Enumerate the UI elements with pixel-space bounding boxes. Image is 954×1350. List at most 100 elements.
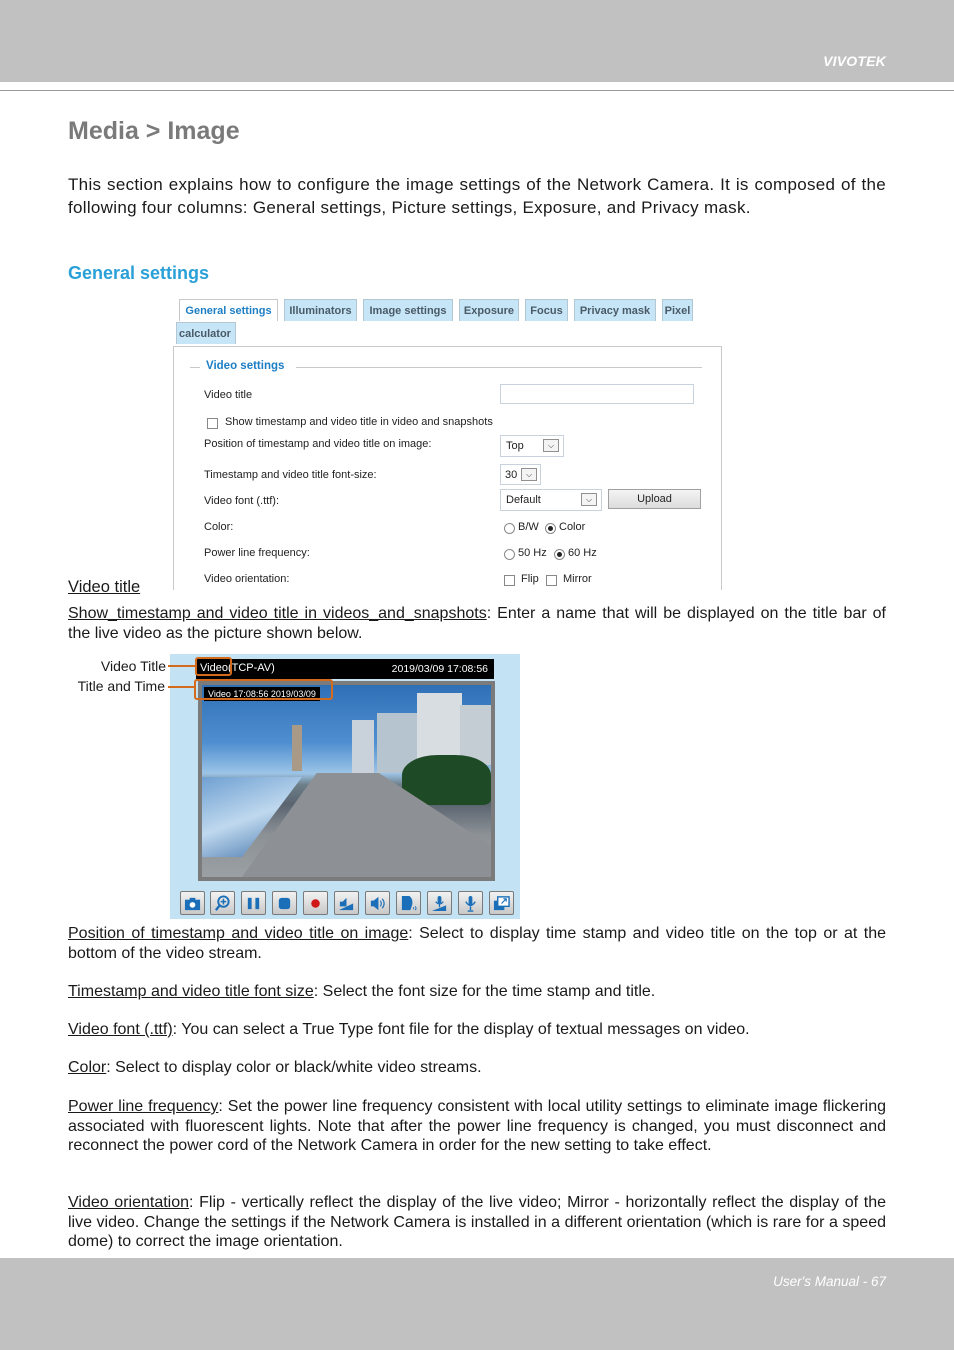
callout-video-title: Video Title — [100, 658, 166, 674]
show-timestamp-label: Show timestamp and video title in video … — [225, 416, 493, 428]
video-font-value: Default — [506, 494, 541, 506]
pause-button[interactable] — [241, 891, 266, 915]
tab-general-settings[interactable]: General settings — [179, 299, 278, 321]
page-footer: User's Manual - 67 — [0, 1258, 954, 1350]
video-title-input[interactable] — [500, 384, 694, 404]
page-title: Media > Image — [68, 117, 240, 145]
fieldset-legend: Video settings — [206, 360, 285, 372]
microphone-button[interactable] — [458, 891, 483, 915]
term: Position of timestamp and video title on… — [68, 925, 409, 942]
video-title-bar: Video(TCP-AV) 2019/03/09 17:08:56 — [196, 659, 494, 679]
power-line-label: Power line frequency: — [204, 547, 310, 559]
description-paragraph: Position of timestamp and video title on… — [68, 924, 886, 963]
video-title-heading: Video title — [68, 578, 141, 596]
digital-zoom-icon — [214, 894, 230, 911]
chevron-down-icon: ⌵ — [581, 493, 597, 506]
term: Show_timestamp and video title in videos… — [68, 605, 487, 622]
tab-focus[interactable]: Focus — [525, 299, 568, 321]
description: : You can select a True Type font file f… — [172, 1021, 750, 1038]
description-paragraph: Video orientation: Flip - vertically ref… — [68, 1193, 886, 1252]
power-50hz-label: 50 Hz — [518, 547, 547, 559]
mic-mute-button[interactable] — [427, 891, 452, 915]
tab-privacy-mask[interactable]: Privacy mask — [574, 299, 656, 321]
position-select[interactable]: Top ⌵ — [500, 435, 564, 457]
building — [292, 725, 302, 771]
fullscreen-icon — [493, 895, 510, 910]
video-title-label: Video title — [204, 389, 253, 401]
font-size-select[interactable]: 30 ⌵ — [500, 464, 541, 485]
callout-title-and-time: Title and Time — [77, 678, 165, 694]
snapshot-button[interactable] — [180, 891, 205, 915]
upload-button[interactable]: Upload — [608, 489, 701, 509]
tab-exposure[interactable]: Exposure — [459, 299, 519, 321]
volume-mute-icon — [338, 897, 354, 910]
callout-leader — [168, 665, 195, 667]
show-timestamp-paragraph: Show_timestamp and video title in videos… — [68, 604, 886, 643]
snapshot-icon — [184, 897, 201, 910]
term: Video font (.ttf) — [68, 1021, 173, 1038]
description-paragraph: Timestamp and video title font size: Sel… — [68, 982, 886, 1002]
video-timestamp: 2019/03/09 17:08:56 — [391, 663, 488, 675]
video-control-bar — [180, 891, 514, 915]
power-50hz-radio[interactable] — [504, 549, 515, 560]
video-protocol: (TCP-AV) — [227, 662, 275, 674]
tab-image-settings[interactable]: Image settings — [363, 299, 453, 321]
color-bw-radio[interactable] — [504, 523, 515, 534]
callout-highlight — [194, 679, 333, 700]
volume-mute-button[interactable] — [334, 891, 359, 915]
power-60hz-radio[interactable] — [554, 549, 565, 560]
mic-mute-icon — [431, 895, 447, 911]
record-icon — [311, 898, 320, 908]
tab-pixel-calculator-wrap[interactable]: calculator — [176, 322, 236, 344]
font-size-value: 30 — [505, 469, 518, 481]
chevron-down-icon: ⌵ — [543, 439, 559, 452]
description-paragraph: Power line frequency: Set the power line… — [68, 1097, 886, 1156]
digital-zoom-button[interactable] — [210, 891, 235, 915]
description-paragraph: Color: Select to display color or black/… — [68, 1058, 886, 1078]
general-settings-screenshot: General settings Illuminators Image sett… — [173, 297, 725, 590]
video-font-label: Video font (.ttf): — [204, 495, 280, 507]
video-frame: Video 17:08:56 2019/03/09 — [198, 681, 495, 881]
header-divider — [0, 90, 954, 91]
description: : Flip - vertically reflect the display … — [68, 1194, 887, 1250]
volume-button[interactable] — [365, 891, 390, 915]
position-label: Position of timestamp and video title on… — [204, 438, 432, 450]
fieldset-border — [296, 367, 702, 368]
term: Video orientation — [68, 1194, 190, 1211]
power-60hz-label: 60 Hz — [568, 547, 597, 559]
pause-icon — [247, 897, 260, 909]
chevron-down-icon: ⌵ — [521, 468, 537, 481]
talk-button[interactable] — [396, 891, 421, 915]
fieldset-border — [190, 367, 200, 368]
description-paragraph: Video font (.ttf): You can select a True… — [68, 1020, 886, 1040]
page-number: User's Manual - 67 — [773, 1274, 886, 1289]
font-size-label: Timestamp and video title font-size: — [204, 469, 377, 481]
talk-icon — [401, 895, 417, 910]
tab-pixel-calculator[interactable]: Pixel — [662, 299, 693, 321]
color-color-label: Color — [559, 521, 586, 533]
term: Color — [68, 1059, 107, 1076]
record-button[interactable] — [303, 891, 328, 915]
tab-illuminators[interactable]: Illuminators — [284, 299, 357, 321]
description: : Select the font size for the time stam… — [313, 983, 656, 1000]
video-image: Video 17:08:56 2019/03/09 — [202, 685, 491, 877]
show-timestamp-checkbox[interactable] — [207, 418, 218, 429]
section-heading: General settings — [68, 263, 210, 283]
stop-button[interactable] — [272, 891, 297, 915]
fullscreen-button[interactable] — [489, 891, 514, 915]
term: Timestamp and video title font size — [68, 983, 314, 1000]
microphone-icon — [465, 895, 476, 912]
callout-highlight — [195, 657, 232, 676]
building — [352, 720, 374, 775]
position-value: Top — [506, 440, 524, 452]
color-bw-label: B/W — [518, 521, 539, 533]
intro-paragraph: This section explains how to configure t… — [68, 175, 886, 217]
video-font-select[interactable]: Default ⌵ — [500, 489, 602, 511]
settings-tabs: General settings Illuminators Image sett… — [173, 297, 725, 347]
page-header: VIVOTEK — [0, 0, 954, 82]
brand-logo: VIVOTEK — [823, 53, 886, 69]
stop-icon — [278, 897, 291, 909]
color-color-radio[interactable] — [545, 523, 556, 534]
callout-leader — [168, 686, 195, 688]
settings-panel: Video settings Video title Show timestam… — [173, 346, 722, 590]
